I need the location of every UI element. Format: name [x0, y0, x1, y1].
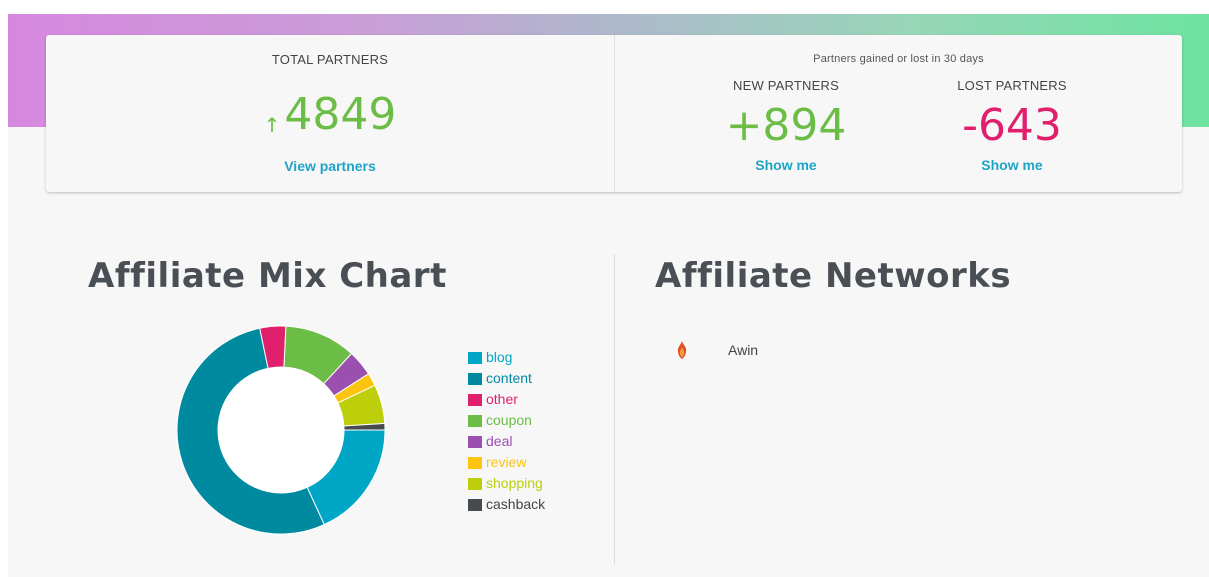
legend-item-cashback[interactable]: cashback	[468, 494, 545, 515]
lost-partners-value: -643	[962, 100, 1062, 151]
legend-label: deal	[486, 433, 513, 449]
legend-label: coupon	[486, 412, 532, 428]
legend-swatch	[468, 498, 482, 511]
network-item-awin[interactable]: Awin	[676, 341, 758, 359]
view-partners-link[interactable]: View partners	[46, 158, 614, 174]
legend-item-blog[interactable]: blog	[468, 347, 545, 368]
legend-swatch	[468, 414, 482, 427]
lost-partners-label: LOST PARTNERS	[957, 78, 1067, 93]
total-partners-value: ↑4849	[46, 90, 614, 140]
network-name: Awin	[728, 342, 759, 358]
legend-label: content	[486, 370, 532, 386]
new-partners-label: NEW PARTNERS	[733, 78, 839, 93]
legend-label: review	[486, 454, 527, 470]
legend-swatch	[468, 393, 482, 406]
legend-swatch	[468, 435, 482, 448]
affiliate-mix-donut-chart	[176, 325, 386, 535]
legend-item-coupon[interactable]: coupon	[468, 410, 545, 431]
partner-stats-card: TOTAL PARTNERS ↑4849 View partners Partn…	[46, 35, 1182, 192]
affiliate-mix-title: Affiliate Mix Chart	[88, 256, 447, 296]
chart-legend: blog content other coupon deal review shopping…	[468, 347, 545, 515]
total-partners-number: 4849	[284, 89, 397, 140]
legend-item-content[interactable]: content	[468, 368, 545, 389]
legend-swatch	[468, 351, 482, 364]
legend-item-other[interactable]: other	[468, 389, 545, 410]
flame-icon	[677, 341, 687, 359]
legend-label: other	[486, 391, 518, 407]
partner-change-caption: Partners gained or lost in 30 days	[813, 53, 984, 65]
legend-label: cashback	[486, 496, 546, 512]
total-partners-label: TOTAL PARTNERS	[271, 52, 389, 67]
legend-item-review[interactable]: review	[468, 452, 545, 473]
new-partners-show-me-link[interactable]: Show me	[686, 157, 886, 173]
donut-hole	[218, 367, 344, 493]
new-partners-value: +894	[725, 100, 847, 151]
legend-item-deal[interactable]: deal	[468, 431, 545, 452]
legend-swatch	[468, 477, 482, 490]
legend-swatch	[468, 456, 482, 469]
legend-label: shopping	[486, 475, 543, 491]
arrow-up-icon: ↑	[263, 113, 281, 137]
dashboard-canvas: TOTAL PARTNERS ↑4849 View partners Partn…	[8, 14, 1209, 577]
affiliate-networks-title: Affiliate Networks	[655, 256, 1012, 296]
lost-partners-show-me-link[interactable]: Show me	[912, 157, 1112, 173]
legend-item-shopping[interactable]: shopping	[468, 473, 545, 494]
section-divider	[614, 254, 615, 564]
legend-swatch	[468, 372, 482, 385]
legend-label: blog	[486, 349, 513, 365]
